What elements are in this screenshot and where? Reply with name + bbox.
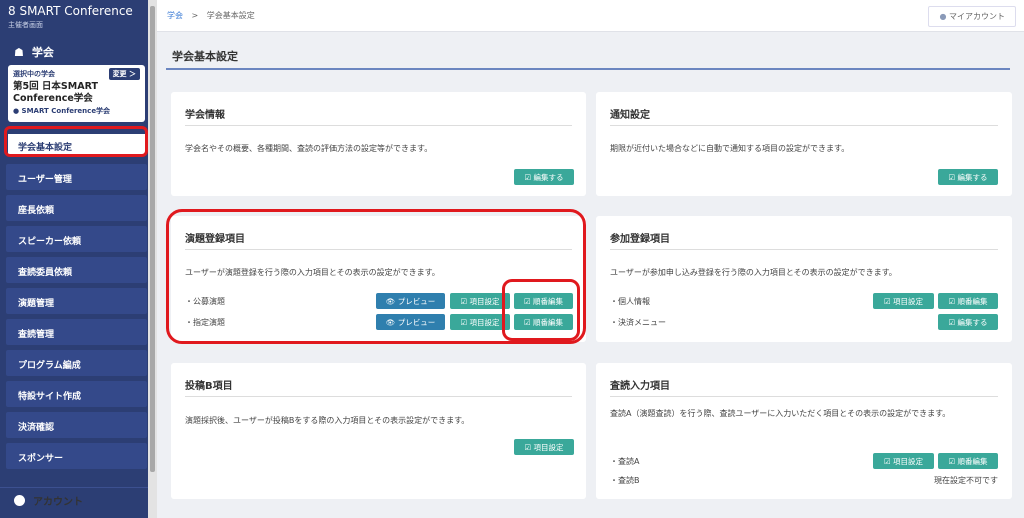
- row-label-review-a: ・査読A: [610, 457, 640, 466]
- field-settings-button[interactable]: ☑ 項目設定: [873, 293, 934, 309]
- sidebar-item-program[interactable]: プログラム編成: [6, 350, 147, 376]
- sidebar-item-chair-request[interactable]: 座長依頼: [6, 195, 147, 221]
- sidebar-item-sponsor[interactable]: スポンサー: [6, 443, 147, 469]
- page-title: 学会基本設定: [172, 50, 238, 63]
- edit-icon: ☑: [948, 456, 958, 466]
- edit-icon: ☑: [883, 456, 894, 466]
- card-notification: 通知設定 期限が近付いた場合などに自動で通知する項目の設定ができます。 ☑ 編集…: [596, 92, 1012, 196]
- card-review-fields: 査読入力項目 査読A（演題査読）を行う際、査読ユーザーに入力いただく項目とその表…: [596, 363, 1012, 499]
- topbar: 学会 > 学会基本設定 ● マイアカウント: [157, 0, 1024, 32]
- breadcrumb-separator: >: [191, 11, 199, 20]
- row-label-personal-info: ・個人情報: [610, 297, 650, 306]
- field-settings-button[interactable]: ☑ 項目設定: [873, 453, 934, 469]
- breadcrumb: 学会 > 学会基本設定: [167, 10, 255, 21]
- edit-icon: ☑: [948, 296, 958, 306]
- card-description: 期限が近付いた場合などに自動で通知する項目の設定ができます。: [610, 144, 850, 153]
- card-participant-fields: 参加登録項目 ユーザーが参加申し込み登録を行う際の入力項目とその表示の設定ができ…: [596, 216, 1012, 342]
- sidebar-section-label: 学会: [31, 46, 54, 59]
- highlight-box-order-buttons: [502, 279, 580, 341]
- order-edit-label: 順番編集: [957, 296, 988, 306]
- divider: [185, 125, 572, 126]
- card-description: 学会名やその概要、各種期間、査読の評価方法の設定等ができます。: [185, 144, 433, 153]
- sidebar-section-gakkai[interactable]: ☗ 学会: [0, 38, 148, 66]
- user-icon: ●: [939, 12, 947, 21]
- field-settings-label: 項目設定: [893, 296, 924, 306]
- scroll-thumb[interactable]: [150, 6, 155, 472]
- my-account-button[interactable]: ● マイアカウント: [928, 6, 1016, 27]
- row-label-review-b: ・査読B: [610, 476, 640, 485]
- brand: 8 SMART Conference 主催者画面: [0, 0, 148, 34]
- card-title: 学会情報: [185, 110, 225, 121]
- card-society-info: 学会情報 学会名やその概要、各種期間、査読の評価方法の設定等ができます。 ☑ 編…: [171, 92, 586, 196]
- sidebar-account[interactable]: アカウント: [0, 487, 148, 512]
- divider: [610, 125, 998, 126]
- edit-icon: ☑: [948, 172, 958, 182]
- divider: [185, 396, 572, 397]
- edit-icon: ☑: [524, 172, 534, 182]
- my-account-label: マイアカウント: [949, 12, 1005, 21]
- sidebar-item-review-management[interactable]: 査読管理: [6, 319, 147, 345]
- edit-button[interactable]: ☑ 編集する: [938, 314, 998, 330]
- card-description: 演題採択後、ユーザーが投稿Bをする際の入力項目とその表示設定ができます。: [185, 416, 470, 425]
- sidebar-item-reviewer-request[interactable]: 査読委員依頼: [6, 257, 147, 283]
- divider: [610, 396, 998, 397]
- order-edit-button[interactable]: ☑ 順番編集: [938, 293, 998, 309]
- sidebar-item-user-management[interactable]: ユーザー管理: [6, 164, 147, 190]
- account-label: アカウント: [33, 496, 83, 508]
- selected-society-org-name: SMART Conference学会: [21, 107, 111, 115]
- card-title: 査読入力項目: [610, 381, 670, 392]
- card-submission-b: 投稿B項目 演題採択後、ユーザーが投稿Bをする際の入力項目とその表示設定ができま…: [171, 363, 586, 499]
- review-b-note: 現在設定不可です: [934, 476, 998, 485]
- edit-icon: ☑: [524, 442, 534, 452]
- edit-button-label: 編集する: [957, 172, 988, 182]
- field-settings-button[interactable]: ☑ 項目設定: [514, 439, 574, 455]
- change-society-button[interactable]: 変更 ＞: [108, 68, 140, 80]
- selected-society-org: ● SMART Conference学会: [13, 106, 140, 116]
- edit-icon: ☑: [883, 296, 894, 306]
- title-divider: [166, 68, 1010, 70]
- card-title: 参加登録項目: [610, 234, 670, 245]
- breadcrumb-current: 学会基本設定: [206, 11, 255, 20]
- edit-button[interactable]: ☑ 編集する: [514, 169, 574, 185]
- edit-icon: ☑: [948, 317, 958, 327]
- field-settings-label: 項目設定: [533, 442, 564, 452]
- sidebar-nav: ユーザー管理 座長依頼 スピーカー依頼 査読委員依頼 演題管理 査読管理 プログ…: [6, 164, 147, 474]
- selected-society-name: 第5回 日本SMART Conference学会: [13, 81, 98, 104]
- brand-title: 8 SMART Conference: [8, 4, 133, 18]
- divider: [610, 249, 998, 250]
- brand-subtitle: 主催者画面: [8, 21, 43, 29]
- account-icon: [14, 494, 25, 506]
- card-description: 査読A（演題査読）を行う際、査読ユーザーに入力いただく項目とその表示の設定ができ…: [610, 409, 951, 418]
- sidebar-item-special-site[interactable]: 特設サイト作成: [6, 381, 147, 407]
- sidebar-item-abstract-management[interactable]: 演題管理: [6, 288, 147, 314]
- user-icon: ●: [13, 107, 20, 115]
- breadcrumb-link-gakkai[interactable]: 学会: [167, 11, 183, 20]
- sidebar-scrollbar[interactable]: [148, 0, 157, 518]
- row-label-payment-menu: ・決済メニュー: [610, 318, 666, 327]
- selected-society-box: 選択中の学会 変更 ＞ 第5回 日本SMART Conference学会 ● S…: [8, 65, 145, 122]
- field-settings-label: 項目設定: [893, 456, 924, 466]
- card-title: 通知設定: [610, 110, 650, 121]
- selected-society-label: 選択中の学会: [13, 70, 55, 78]
- order-edit-button[interactable]: ☑ 順番編集: [938, 453, 998, 469]
- lamp-icon: ☗: [14, 45, 24, 59]
- card-title: 投稿B項目: [185, 381, 233, 392]
- sidebar-item-payment[interactable]: 決済確認: [6, 412, 147, 438]
- edit-button[interactable]: ☑ 編集する: [938, 169, 998, 185]
- edit-button-label: 編集する: [533, 172, 564, 182]
- edit-button-label: 編集する: [957, 317, 988, 327]
- card-description: ユーザーが参加申し込み登録を行う際の入力項目とその表示の設定ができます。: [610, 268, 897, 277]
- sidebar-item-speaker-request[interactable]: スピーカー依頼: [6, 226, 147, 252]
- order-edit-label: 順番編集: [957, 456, 988, 466]
- highlight-box-sidebar: [4, 126, 148, 157]
